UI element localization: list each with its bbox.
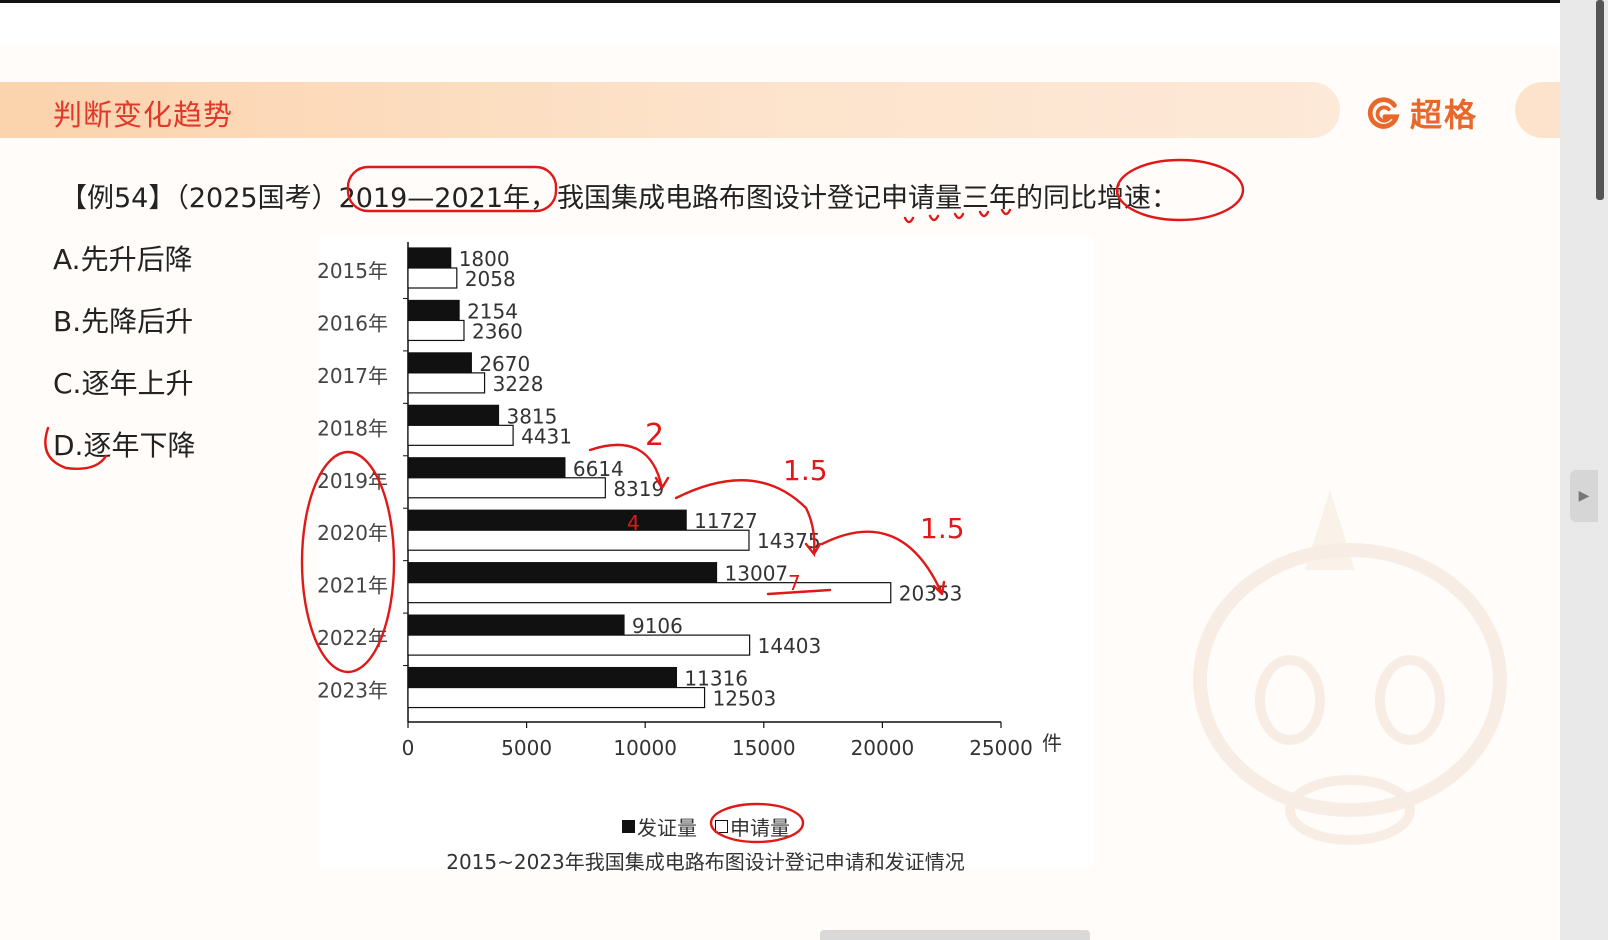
bar-issued-6 bbox=[407, 562, 718, 584]
legend-swatch-issued bbox=[622, 820, 635, 833]
x-tick-label-25000: 25000 bbox=[969, 736, 1033, 760]
chart-legend: 发证量 申请量 bbox=[622, 812, 790, 841]
bar-applied-6 bbox=[407, 582, 892, 604]
bar-issued-2 bbox=[407, 352, 472, 374]
data-label-applied-7: 14403 bbox=[758, 634, 822, 658]
category-label-8: 2023年 bbox=[318, 679, 388, 703]
logo-text: 超格 bbox=[1410, 96, 1479, 134]
bar-applied-3 bbox=[407, 424, 514, 446]
scrollbar-thumb[interactable] bbox=[1596, 0, 1604, 200]
bar-applied-7 bbox=[407, 634, 751, 656]
legend-swatch-applied bbox=[715, 820, 728, 833]
data-label-applied-3: 4431 bbox=[521, 424, 572, 448]
data-label-issued-7: 9106 bbox=[632, 614, 683, 638]
category-label-0: 2015年 bbox=[318, 259, 388, 283]
category-label-3: 2018年 bbox=[318, 416, 388, 440]
category-label-4: 2019年 bbox=[318, 469, 388, 493]
bar-issued-3 bbox=[407, 404, 500, 426]
x-axis-unit: 件 bbox=[1042, 731, 1062, 755]
bar-applied-2 bbox=[407, 372, 486, 394]
x-tick-label-15000: 15000 bbox=[732, 736, 796, 760]
chart-caption: 2015~2023年我国集成电路布图设计登记申请和发证情况 bbox=[446, 850, 965, 874]
legend-item-applied: 申请量 bbox=[715, 812, 790, 841]
option-d[interactable]: D.逐年下降 bbox=[53, 424, 195, 464]
bar-issued-8 bbox=[407, 666, 678, 689]
bottom-tab-handle[interactable] bbox=[820, 930, 1090, 940]
legend-label-issued: 发证量 bbox=[637, 816, 697, 840]
bar-issued-0 bbox=[407, 247, 452, 269]
legend-item-issued: 发证量 bbox=[622, 812, 697, 841]
expand-panel-button[interactable]: ▶ bbox=[1570, 470, 1598, 522]
bar-applied-8 bbox=[407, 686, 706, 709]
data-label-applied-0: 2058 bbox=[465, 267, 516, 291]
chart-panel: 0 5000 10000 15000 20000 25000 件 2015年 1800 2058 2… bbox=[318, 237, 1093, 867]
brand-logo: 超格 bbox=[1364, 90, 1478, 136]
category-label-1: 2016年 bbox=[318, 311, 388, 335]
mascot-watermark bbox=[1193, 490, 1507, 845]
bar-applied-4 bbox=[407, 477, 606, 499]
x-tick-label-0: 0 bbox=[402, 736, 415, 760]
bar-issued-1 bbox=[407, 299, 460, 322]
data-label-applied-6: 20353 bbox=[899, 582, 963, 606]
bar-applied-5 bbox=[407, 529, 750, 551]
x-tick-label-5000: 5000 bbox=[501, 736, 552, 760]
bar-issued-7 bbox=[407, 614, 625, 636]
category-label-5: 2020年 bbox=[318, 521, 388, 545]
legend-label-applied: 申请量 bbox=[730, 816, 790, 840]
option-b[interactable]: B.先降后升 bbox=[53, 300, 193, 340]
option-a[interactable]: A.先升后降 bbox=[53, 238, 193, 278]
logo-icon bbox=[1367, 97, 1400, 129]
x-tick-label-20000: 20000 bbox=[851, 736, 915, 760]
data-label-applied-2: 3228 bbox=[493, 372, 544, 396]
category-label-2: 2017年 bbox=[318, 364, 388, 388]
option-c[interactable]: C.逐年上升 bbox=[53, 362, 193, 402]
section-title: 判断变化趋势 bbox=[53, 98, 234, 132]
question-text: 【例54】（2025国考）2019—2021年，我国集成电路布图设计登记申请量三… bbox=[60, 183, 1178, 214]
bar-chart: 0 5000 10000 15000 20000 25000 件2015年 180020582… bbox=[318, 242, 1062, 760]
category-label-6: 2021年 bbox=[318, 574, 388, 598]
data-label-issued-6: 13007 bbox=[725, 562, 789, 586]
data-label-applied-1: 2360 bbox=[472, 319, 523, 343]
data-label-applied-5: 14375 bbox=[757, 529, 821, 553]
bar-issued-5 bbox=[407, 509, 687, 531]
bar-issued-4 bbox=[407, 457, 566, 479]
data-label-applied-8: 12503 bbox=[713, 687, 777, 711]
category-label-7: 2022年 bbox=[318, 626, 388, 650]
data-label-applied-4: 8319 bbox=[613, 477, 664, 501]
bar-applied-0 bbox=[407, 267, 458, 289]
x-tick-label-10000: 10000 bbox=[613, 736, 677, 760]
top-strip bbox=[0, 3, 1560, 45]
bar-applied-1 bbox=[407, 319, 465, 342]
